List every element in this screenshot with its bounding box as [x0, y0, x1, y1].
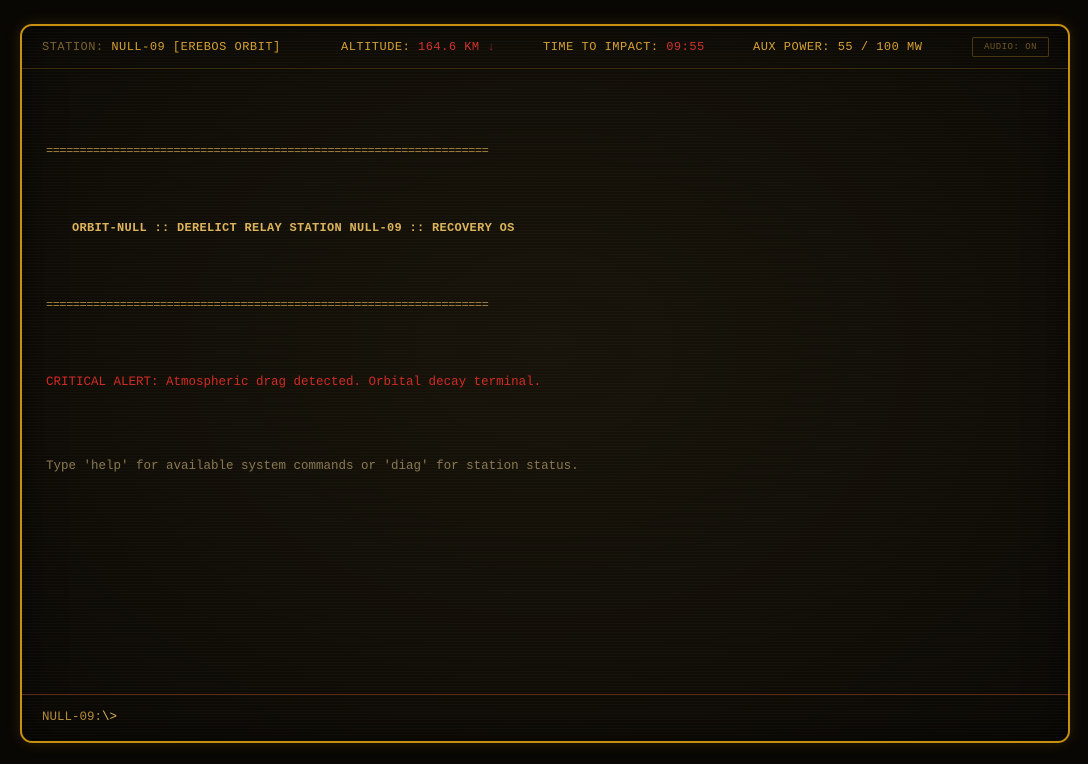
- command-input[interactable]: [134, 706, 1034, 728]
- descending-arrow-icon: ↓: [487, 40, 496, 54]
- terminal-output: ========================================…: [46, 88, 642, 536]
- header-rule-bottom: ========================================…: [46, 298, 489, 312]
- impact-countdown: 09:55: [666, 40, 705, 54]
- os-banner: ORBIT-NULL :: DERELICT RELAY STATION NUL…: [72, 221, 515, 235]
- power-label: AUX POWER:: [753, 40, 831, 54]
- power-value: 55 / 100 MW: [837, 40, 923, 54]
- prompt-divider: [22, 694, 1068, 695]
- station-label: STATION:: [42, 40, 104, 54]
- power-readout: AUX POWER: 55 / 100 MW: [753, 40, 922, 54]
- command-prompt: NULL-09:\>: [42, 710, 117, 724]
- impact-label: TIME TO IMPACT:: [543, 40, 659, 54]
- terminal-frame: STATION: NULL-09 [EREBOS ORBIT] ALTITUDE…: [20, 24, 1070, 743]
- altitude-label: ALTITUDE:: [341, 40, 411, 54]
- prompt-host: NULL-09:: [42, 710, 103, 724]
- audio-toggle-button[interactable]: AUDIO: ON: [972, 37, 1049, 57]
- station-readout: STATION: NULL-09 [EREBOS ORBIT]: [42, 40, 281, 54]
- header-rule-top: ========================================…: [46, 144, 489, 158]
- prompt-path: \>: [102, 710, 118, 724]
- status-bar: STATION: NULL-09 [EREBOS ORBIT] ALTITUDE…: [22, 26, 1068, 69]
- altitude-readout: ALTITUDE: 164.6 KM ↓: [341, 40, 495, 54]
- altitude-value: 164.6 KM: [418, 40, 480, 54]
- help-hint-line: Type 'help' for available system command…: [46, 459, 579, 473]
- critical-alert-line: CRITICAL ALERT: Atmospheric drag detecte…: [46, 375, 542, 389]
- station-value: NULL-09 [EREBOS ORBIT]: [111, 40, 281, 54]
- impact-readout: TIME TO IMPACT: 09:55: [543, 40, 705, 54]
